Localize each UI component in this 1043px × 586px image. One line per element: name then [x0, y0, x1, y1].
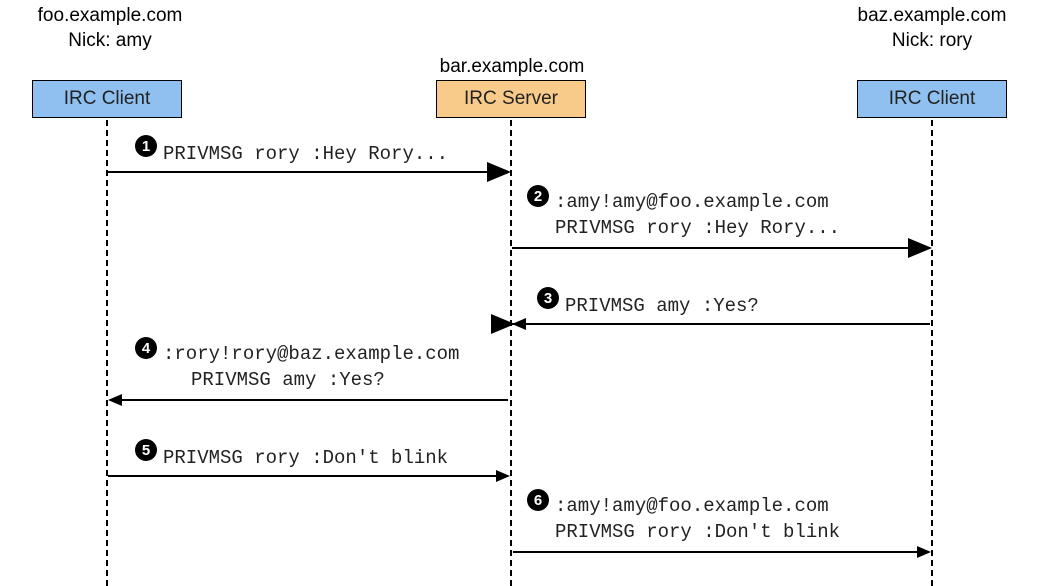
participant-left-header: foo.example.com Nick: amy [10, 4, 210, 53]
msg-4-line2: PRIVMSG amy :Yes? [163, 369, 385, 391]
participant-box-server-label: IRC Server [464, 88, 558, 110]
msg-4-line1: :rory!rory@baz.example.com [163, 343, 459, 365]
step-num-1: 1 [142, 138, 150, 155]
participant-box-client-left: IRC Client [32, 80, 182, 118]
participant-box-client-left-label: IRC Client [64, 88, 151, 110]
participant-box-client-right: IRC Client [857, 80, 1007, 118]
lifeline-client-left [106, 120, 108, 586]
lifeline-client-right [931, 120, 933, 586]
participant-right-host: baz.example.com [858, 5, 1007, 26]
step-badge-4: 4 [135, 337, 157, 359]
msg-6-line1: :amy!amy@foo.example.com [555, 495, 829, 517]
msg-6: :amy!amy@foo.example.com PRIVMSG rory :D… [555, 494, 840, 545]
msg-1: PRIVMSG rory :Hey Rory... [163, 142, 448, 168]
msg-5: PRIVMSG rory :Don't blink [163, 446, 448, 472]
step-badge-2: 2 [527, 185, 549, 207]
msg-5-line1: PRIVMSG rory :Don't blink [163, 447, 448, 469]
participant-left-nick: Nick: amy [68, 30, 151, 51]
msg-6-line2: PRIVMSG rory :Don't blink [555, 521, 840, 543]
step-badge-1: 1 [135, 135, 157, 157]
msg-3: PRIVMSG amy :Yes? [565, 294, 759, 320]
msg-3-line1: PRIVMSG amy :Yes? [565, 295, 759, 317]
participant-left-host: foo.example.com [38, 5, 183, 26]
step-num-3: 3 [544, 290, 552, 307]
participant-box-client-right-label: IRC Client [889, 88, 976, 110]
participant-box-server: IRC Server [436, 80, 586, 118]
step-num-5: 5 [142, 442, 150, 459]
step-badge-3: 3 [537, 287, 559, 309]
step-num-6: 6 [534, 492, 542, 509]
participant-right-nick: Nick: rory [892, 30, 972, 51]
step-badge-5: 5 [135, 439, 157, 461]
lifeline-server [510, 120, 512, 586]
step-num-4: 4 [142, 340, 150, 357]
msg-1-line1: PRIVMSG rory :Hey Rory... [163, 143, 448, 165]
msg-4: :rory!rory@baz.example.com PRIVMSG amy :… [163, 342, 459, 393]
step-num-2: 2 [534, 188, 542, 205]
msg-2: :amy!amy@foo.example.com PRIVMSG rory :H… [555, 190, 840, 241]
participant-middle-host: bar.example.com [440, 56, 585, 77]
sequence-diagram: foo.example.com Nick: amy bar.example.co… [0, 0, 1043, 586]
step-badge-6: 6 [527, 489, 549, 511]
participant-right-header: baz.example.com Nick: rory [832, 4, 1032, 53]
msg-2-line1: :amy!amy@foo.example.com [555, 191, 829, 213]
msg-2-line2: PRIVMSG rory :Hey Rory... [555, 217, 840, 239]
participant-middle-header: bar.example.com [412, 55, 612, 80]
